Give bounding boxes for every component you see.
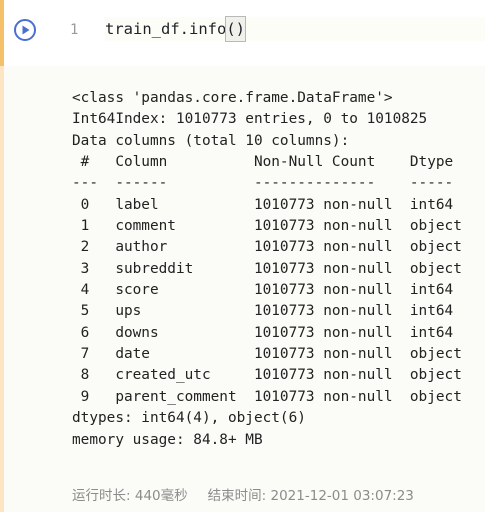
output-cell: <class 'pandas.core.frame.DataFrame'> Int…: [0, 66, 485, 512]
notebook-page: 1 train_df.info() <class 'pandas.core.fr…: [0, 0, 485, 512]
output-line: 2 author 1010773 non-null object: [72, 239, 462, 256]
execution-footer: 运行时长: 440毫秒 结束时间: 2021-12-01 03:07:23: [72, 484, 414, 504]
output-line: Data columns (total 10 columns):: [72, 132, 350, 149]
runtime-label: 运行时长:: [72, 488, 131, 504]
line-number: 1: [70, 22, 79, 38]
end-time-value: 2021-12-01 03:07:23: [270, 488, 414, 504]
output-text: <class 'pandas.core.frame.DataFrame'> Int…: [72, 88, 462, 451]
code-text: train_df.info: [105, 20, 227, 38]
output-line: 4 score 1010773 non-null int64: [72, 282, 462, 299]
output-line: Int64Index: 1010773 entries, 0 to 101082…: [72, 111, 428, 128]
code-input-cell[interactable]: 1 train_df.info(): [0, 0, 485, 66]
output-line: 7 date 1010773 non-null object: [72, 346, 462, 363]
run-cell-button[interactable]: [13, 18, 37, 42]
output-line: 8 created_utc 1010773 non-null object: [72, 367, 462, 384]
output-line: 6 downs 1010773 non-null int64: [72, 324, 462, 341]
runtime-value: 440毫秒: [134, 488, 188, 504]
output-line: 1 comment 1010773 non-null object: [72, 218, 462, 235]
output-line: # Column Non-Null Count Dtype: [72, 154, 462, 171]
output-line: --- ------ -------------- -----: [72, 175, 462, 192]
output-line: 9 parent_comment 1010773 non-null object: [72, 388, 462, 405]
code-editor-line[interactable]: train_df.info(): [105, 16, 485, 42]
output-line: 0 label 1010773 non-null int64: [72, 196, 462, 213]
output-line: dtypes: int64(4), object(6): [72, 410, 306, 427]
output-line: 5 ups 1010773 non-null int64: [72, 303, 462, 320]
output-line: memory usage: 84.8+ MB: [72, 431, 263, 448]
output-line: 3 subreddit 1010773 non-null object: [72, 260, 462, 277]
end-time-label: 结束时间:: [207, 488, 267, 504]
output-line: <class 'pandas.core.frame.DataFrame'>: [72, 90, 393, 106]
play-circle-icon: [14, 19, 36, 41]
code-parens: (): [225, 16, 246, 42]
